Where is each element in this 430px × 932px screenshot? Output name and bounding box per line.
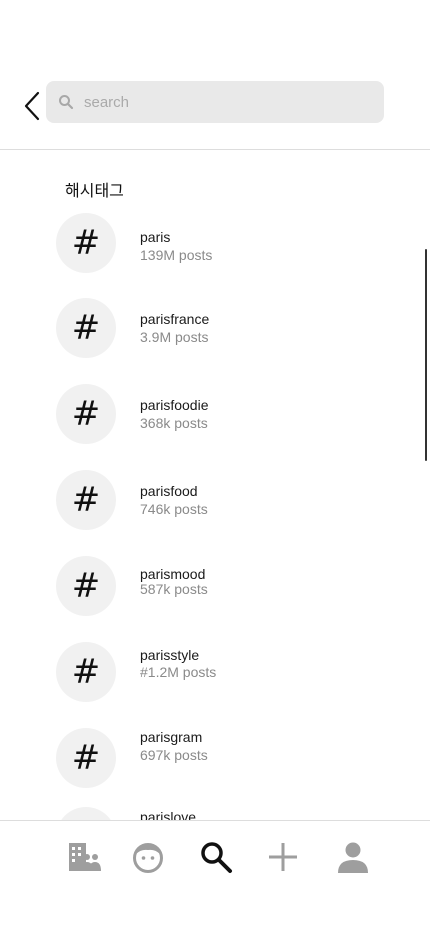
search-bar[interactable] bbox=[46, 81, 384, 123]
section-title: 해시태그 bbox=[65, 181, 124, 200]
back-button[interactable] bbox=[18, 88, 46, 124]
hashtag-result[interactable]: # paris 139M posts bbox=[0, 213, 430, 289]
hashtag-result[interactable]: # parismood 587k posts bbox=[0, 556, 430, 632]
hashtag-result[interactable]: # parisfood 746k posts bbox=[0, 470, 430, 546]
header bbox=[0, 0, 430, 149]
chevron-left-icon bbox=[24, 91, 40, 121]
hashtag-post-count: 368k posts bbox=[140, 415, 208, 431]
tab-profile[interactable] bbox=[333, 837, 373, 877]
hashtag-post-count: 746k posts bbox=[140, 501, 208, 517]
search-icon bbox=[201, 842, 232, 873]
hashtag-name: parisfoodie bbox=[140, 397, 209, 413]
tab-create[interactable] bbox=[263, 837, 303, 877]
hashtag-name: paris bbox=[140, 229, 171, 245]
hashtag-name: parisgram bbox=[140, 729, 203, 745]
search-input[interactable] bbox=[84, 81, 374, 123]
hashtag-icon: # bbox=[56, 470, 116, 530]
hashtag-result[interactable]: # parisgram 697k posts bbox=[0, 728, 430, 804]
hashtag-name: parismood bbox=[140, 566, 206, 582]
hashtag-post-count: 587k posts bbox=[140, 581, 208, 597]
hashtag-icon: # bbox=[56, 556, 116, 616]
hashtag-icon: # bbox=[56, 728, 116, 788]
hashtag-icon: # bbox=[56, 298, 116, 358]
hashtag-icon: # bbox=[56, 384, 116, 444]
tab-search[interactable] bbox=[196, 837, 236, 877]
hashtag-name: parislove bbox=[140, 809, 197, 820]
tab-bar bbox=[0, 821, 430, 932]
hashtag-post-count: 3.9M posts bbox=[140, 329, 209, 345]
hashtag-post-count: #1.2M posts bbox=[140, 664, 217, 680]
hashtag-result[interactable]: # parisfoodie 368k posts bbox=[0, 384, 430, 460]
hashtag-result[interactable]: # parisstyle #1.2M posts bbox=[0, 642, 430, 718]
hashtag-post-count: 697k posts bbox=[140, 747, 208, 763]
hashtag-name: parisfood bbox=[140, 483, 198, 499]
hashtag-icon: # bbox=[56, 642, 116, 702]
person-icon bbox=[338, 842, 368, 873]
face-icon bbox=[133, 843, 163, 873]
hashtag-icon: # bbox=[56, 213, 116, 273]
scrollbar[interactable] bbox=[425, 249, 427, 461]
hashtag-result[interactable]: # parisfrance 3.9M posts bbox=[0, 298, 430, 374]
tab-home[interactable] bbox=[63, 837, 103, 877]
results-list[interactable]: # paris 139M posts # parisfrance 3.9M po… bbox=[0, 150, 430, 820]
building-people-icon bbox=[69, 843, 101, 871]
hashtag-name: parisfrance bbox=[140, 311, 210, 327]
hashtag-result[interactable]: # parislove bbox=[0, 807, 430, 820]
tab-face[interactable] bbox=[128, 837, 168, 877]
hashtag-icon: # bbox=[56, 807, 116, 820]
hashtag-name: parisstyle bbox=[140, 647, 200, 663]
hashtag-post-count: 139M posts bbox=[140, 247, 213, 263]
search-icon bbox=[59, 95, 74, 110]
plus-icon bbox=[269, 843, 297, 871]
